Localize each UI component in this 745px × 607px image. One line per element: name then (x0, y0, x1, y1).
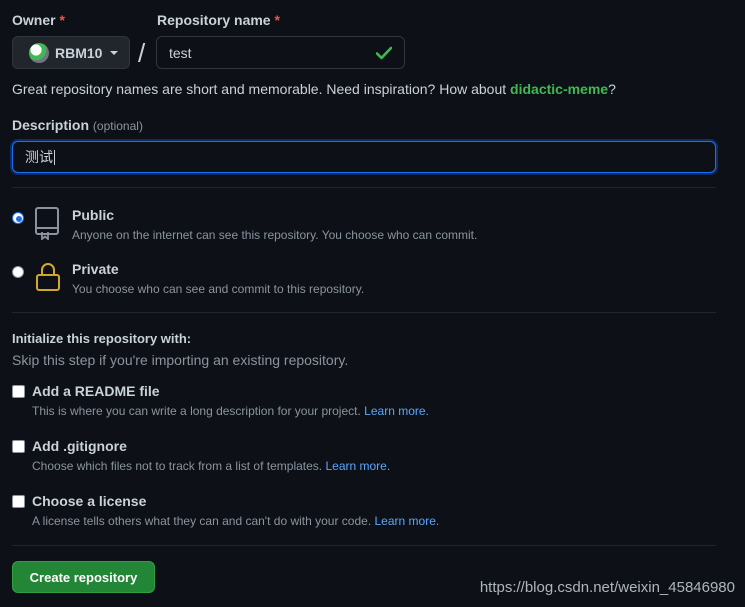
private-radio[interactable] (12, 266, 24, 278)
create-repository-button[interactable]: Create repository (12, 561, 155, 593)
owner-select-button[interactable]: RBM10 (12, 36, 130, 69)
repo-name-value: test (169, 44, 192, 61)
gitignore-description: Choose which files not to track from a l… (32, 459, 390, 473)
license-desc-text: A license tells others what they can and… (32, 514, 372, 528)
avatar (29, 42, 49, 63)
readme-description: This is where you can write a long descr… (32, 404, 429, 418)
divider (12, 545, 716, 546)
repo-name-label: Repository name * (157, 12, 280, 28)
gitignore-checkbox[interactable] (12, 440, 25, 453)
gitignore-title: Add .gitignore (32, 438, 127, 454)
public-description: Anyone on the internet can see this repo… (72, 228, 478, 242)
divider (12, 312, 716, 313)
readme-title: Add a README file (32, 383, 160, 399)
description-label: Description (optional) (12, 117, 143, 133)
watermark-text: https://blog.csdn.net/weixin_45846980 (479, 579, 735, 596)
description-value: 测试 (25, 149, 53, 165)
optional-tag: (optional) (92, 119, 143, 133)
owner-repo-separator: / (138, 38, 146, 68)
check-icon (376, 46, 392, 59)
text-cursor (54, 149, 55, 165)
hint-text: Great repository names are short and mem… (12, 81, 511, 97)
gitignore-learn-more-link[interactable]: Learn more. (325, 459, 390, 473)
public-radio[interactable] (12, 212, 24, 224)
license-title: Choose a license (32, 493, 147, 509)
repo-name-input[interactable]: test (156, 36, 405, 69)
required-mark: * (59, 12, 65, 28)
caret-down-icon (110, 50, 119, 55)
gitignore-desc-text: Choose which files not to track from a l… (32, 459, 323, 473)
owner-label-text: Owner (12, 12, 56, 28)
init-section-subtitle: Skip this step if you're importing an ex… (12, 352, 349, 368)
repo-name-label-text: Repository name (157, 12, 271, 28)
required-mark: * (274, 12, 280, 28)
private-description: You choose who can see and commit to thi… (72, 282, 365, 296)
owner-selected-value: RBM10 (55, 44, 103, 61)
public-title: Public (72, 207, 115, 223)
readme-desc-text: This is where you can write a long descr… (32, 404, 361, 418)
description-input[interactable]: 测试 (12, 141, 716, 173)
lock-icon (36, 263, 60, 291)
divider (12, 187, 716, 188)
hint-end: ? (608, 81, 616, 97)
name-suggestion-link[interactable]: didactic-meme (510, 81, 608, 97)
license-description: A license tells others what they can and… (32, 514, 439, 528)
repo-book-icon (35, 207, 59, 240)
readme-learn-more-link[interactable]: Learn more. (364, 404, 429, 418)
owner-label: Owner * (12, 12, 65, 28)
init-section-title: Initialize this repository with: (12, 331, 192, 346)
license-learn-more-link[interactable]: Learn more. (375, 514, 440, 528)
private-title: Private (72, 261, 119, 277)
license-checkbox[interactable] (12, 495, 25, 508)
readme-checkbox[interactable] (12, 385, 25, 398)
repo-name-hint: Great repository names are short and mem… (12, 81, 616, 97)
description-label-text: Description (12, 117, 90, 133)
